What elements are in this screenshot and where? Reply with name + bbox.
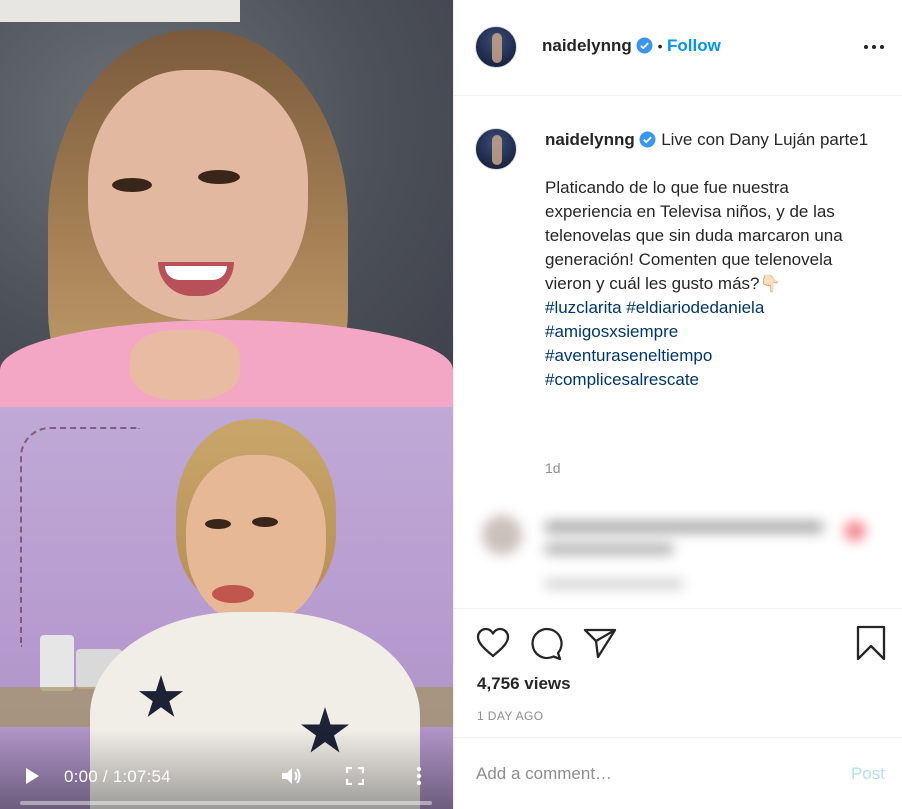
fullscreen-icon[interactable] xyxy=(345,766,365,790)
volume-icon[interactable] xyxy=(280,765,302,792)
caption-username[interactable]: naidelynng xyxy=(545,130,635,149)
progress-bar[interactable] xyxy=(20,801,432,805)
eye-shape xyxy=(198,170,240,184)
play-icon[interactable] xyxy=(24,767,40,790)
hashtag-link[interactable]: #complicesalrescate xyxy=(545,370,699,389)
comment-icon[interactable] xyxy=(529,627,563,666)
verified-icon xyxy=(639,131,656,148)
video-top-participant xyxy=(0,0,453,407)
caption-title: Live con Dany Luján parte1 xyxy=(661,130,869,149)
caption-title-line: naidelynng Live con Dany Luján parte1 xyxy=(545,128,875,152)
video-player[interactable]: 0:00 / 1:07:54 xyxy=(0,0,453,809)
duration: 1:07:54 xyxy=(112,767,171,786)
comment-bar: Post xyxy=(454,737,902,809)
follow-button[interactable]: Follow xyxy=(667,36,721,55)
caption-avatar[interactable] xyxy=(475,128,517,170)
eye-shape xyxy=(112,178,152,192)
eye-shape xyxy=(205,519,231,529)
teeth-shape xyxy=(165,266,227,280)
more-vertical-icon[interactable] xyxy=(416,766,422,791)
caption-section: naidelynng Live con Dany Luján parte1 Pl… xyxy=(454,97,902,497)
comment-input[interactable] xyxy=(476,762,816,786)
post-date[interactable]: 1 DAY AGO xyxy=(477,709,544,723)
post-button[interactable]: Post xyxy=(851,764,885,784)
caption: naidelynng Live con Dany Luján parte1 Pl… xyxy=(545,128,875,392)
verified-icon xyxy=(636,37,653,54)
heart-icon[interactable] xyxy=(476,627,510,664)
share-icon[interactable] xyxy=(583,627,617,664)
hashtag-list: #luzclarita #eldiariodedaniela #amigosxs… xyxy=(545,296,875,392)
string-lights xyxy=(20,427,140,647)
hashtag-link[interactable]: #luzclarita xyxy=(545,298,622,317)
action-bar: 4,756 views 1 DAY AGO xyxy=(454,608,902,738)
more-horizontal-icon[interactable] xyxy=(863,36,885,58)
caption-body: Platicando de lo que fue nuestra experie… xyxy=(545,178,843,293)
hashtag-link[interactable]: #eldiariodedaniela xyxy=(626,298,764,317)
header-user: naidelynng • Follow xyxy=(542,36,721,56)
hands-shape xyxy=(130,330,240,400)
blurred-comment xyxy=(474,503,884,603)
video-controls: 0:00 / 1:07:54 xyxy=(0,729,453,809)
face-shape xyxy=(186,455,326,625)
time-display: 0:00 / 1:07:54 xyxy=(64,767,171,787)
time-separator: / xyxy=(102,767,113,786)
separator-dot: • xyxy=(657,38,663,54)
header-username[interactable]: naidelynng xyxy=(542,36,632,55)
caption-age: 1d xyxy=(545,460,561,476)
hashtag-link[interactable]: #amigosxsiempre xyxy=(545,322,678,341)
current-time: 0:00 xyxy=(64,767,98,786)
eye-shape xyxy=(252,517,278,527)
post-panel: naidelynng • Follow naidelynng Live con … xyxy=(453,0,902,809)
bookmark-icon[interactable] xyxy=(855,625,887,666)
hashtag-link[interactable]: #aventuraseneltiempo xyxy=(545,346,712,365)
avatar[interactable] xyxy=(475,26,517,68)
shelf-item xyxy=(40,635,74,691)
mouth-shape xyxy=(212,585,254,603)
post-header: naidelynng • Follow xyxy=(454,0,902,96)
view-count[interactable]: 4,756 views xyxy=(477,674,571,694)
wall-poster xyxy=(0,0,240,22)
